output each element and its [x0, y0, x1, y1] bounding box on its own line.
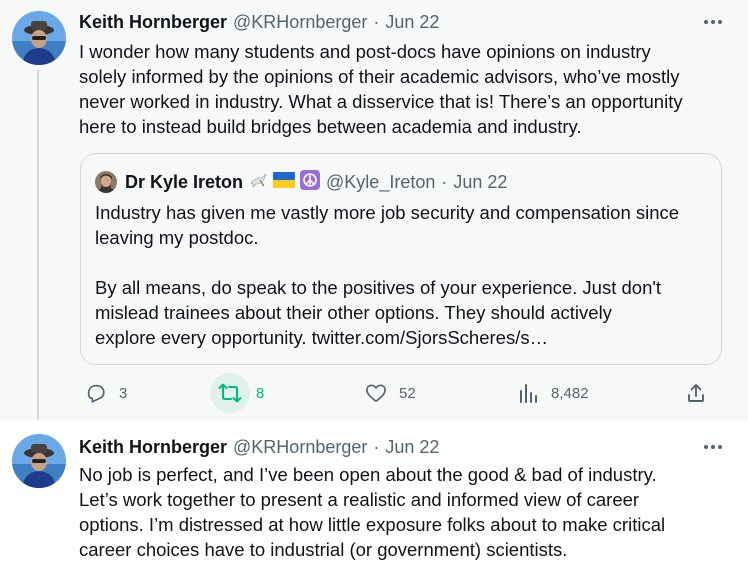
- more-dots-icon: [704, 20, 722, 24]
- heart-icon: [356, 373, 396, 413]
- share-icon: [676, 373, 716, 413]
- reply-icon: [76, 373, 116, 413]
- tweet-text: I wonder how many students and post-docs…: [79, 39, 729, 139]
- quoted-text-line: [95, 250, 715, 275]
- quoted-author-name: Dr Kyle Ireton: [125, 171, 244, 192]
- tweet-text: No job is perfect, and I’ve been open ab…: [79, 462, 729, 562]
- quoted-text-line: By all means, do speak to the positives …: [95, 277, 662, 298]
- analytics-bars-icon: [508, 373, 548, 413]
- quoted-text-line: leaving my postdoc.: [95, 227, 259, 248]
- more-options-button[interactable]: [700, 12, 726, 32]
- separator-dot: ·: [373, 436, 380, 457]
- author-handle[interactable]: @KRHornberger: [233, 437, 367, 458]
- like-button[interactable]: 52: [356, 372, 416, 414]
- views-button[interactable]: 8,482: [508, 372, 589, 414]
- tweet-text-line: options. I’m distressed at how little ex…: [79, 514, 666, 535]
- tweet-text-line: career choices have to industrial (or go…: [79, 539, 568, 560]
- like-count: 52: [399, 384, 416, 402]
- retweet-count: 8: [256, 384, 265, 402]
- tweet-text-line: Let’s work together to present a realist…: [79, 489, 640, 510]
- tweet-header: Keith Hornberger @KRHornberger · Jun 22: [79, 11, 439, 33]
- quoted-tweet-header: Dr Kyle Ireton @Kyle_Ireton · Jun 22: [95, 169, 508, 195]
- quoted-tweet-text: Industry has given me vastly more job se…: [95, 200, 715, 350]
- tweet-text-line: here to instead build bridges between ac…: [79, 116, 582, 137]
- quoted-text-line: Industry has given me vastly more job se…: [95, 202, 680, 223]
- quoted-text-line: mislead trainees about their other optio…: [95, 302, 612, 323]
- author-avatar[interactable]: [12, 434, 66, 488]
- tweet-text-line: never worked in industry. What a disserv…: [79, 91, 683, 112]
- separator-dot: ·: [373, 11, 380, 32]
- reply-button[interactable]: 3: [76, 372, 127, 414]
- tweet-text-line: No job is perfect, and I’ve been open ab…: [79, 464, 657, 485]
- retweet-button[interactable]: 8: [210, 372, 264, 414]
- quoted-tweet-date: Jun 22: [453, 171, 508, 192]
- more-dots-icon: [704, 445, 722, 449]
- view-count: 8,482: [551, 384, 589, 402]
- tweet-text-line: I wonder how many students and post-docs…: [79, 41, 651, 62]
- quoted-author-handle: @Kyle_Ireton: [326, 171, 436, 192]
- tweet-header: Keith Hornberger @KRHornberger · Jun 22: [79, 436, 439, 458]
- author-name[interactable]: Keith Hornberger: [79, 437, 227, 458]
- ukraine-flag-icon: [273, 171, 296, 193]
- separator-dot: ·: [441, 171, 448, 192]
- author-avatar[interactable]: [12, 11, 66, 65]
- dove-icon: [248, 171, 268, 194]
- reply-count: 3: [119, 384, 128, 402]
- author-handle[interactable]: @KRHornberger: [233, 12, 367, 33]
- tweet-1[interactable]: Keith Hornberger @KRHornberger · Jun 22 …: [0, 0, 748, 440]
- peace-symbol-icon: [300, 169, 321, 195]
- share-button[interactable]: [676, 372, 716, 414]
- tweet-text-line: solely informed by the opinions of their…: [79, 66, 680, 87]
- tweet-date[interactable]: Jun 22: [385, 12, 439, 33]
- tweet-actions-bar: 3 8 52 8,482: [76, 372, 736, 414]
- author-name[interactable]: Keith Hornberger: [79, 12, 227, 33]
- quoted-text-line: explore every opportunity. twitter.com/S…: [95, 327, 549, 348]
- quoted-tweet[interactable]: Dr Kyle Ireton @Kyle_Ireton · Jun 22 Ind…: [80, 153, 722, 365]
- tweet-date[interactable]: Jun 22: [385, 437, 439, 458]
- quoted-author-avatar: [95, 171, 117, 193]
- retweet-icon: [210, 373, 250, 413]
- tweet-2[interactable]: Keith Hornberger @KRHornberger · Jun 22 …: [0, 420, 748, 571]
- thread-connector-line: [37, 70, 39, 440]
- more-options-button[interactable]: [700, 437, 726, 457]
